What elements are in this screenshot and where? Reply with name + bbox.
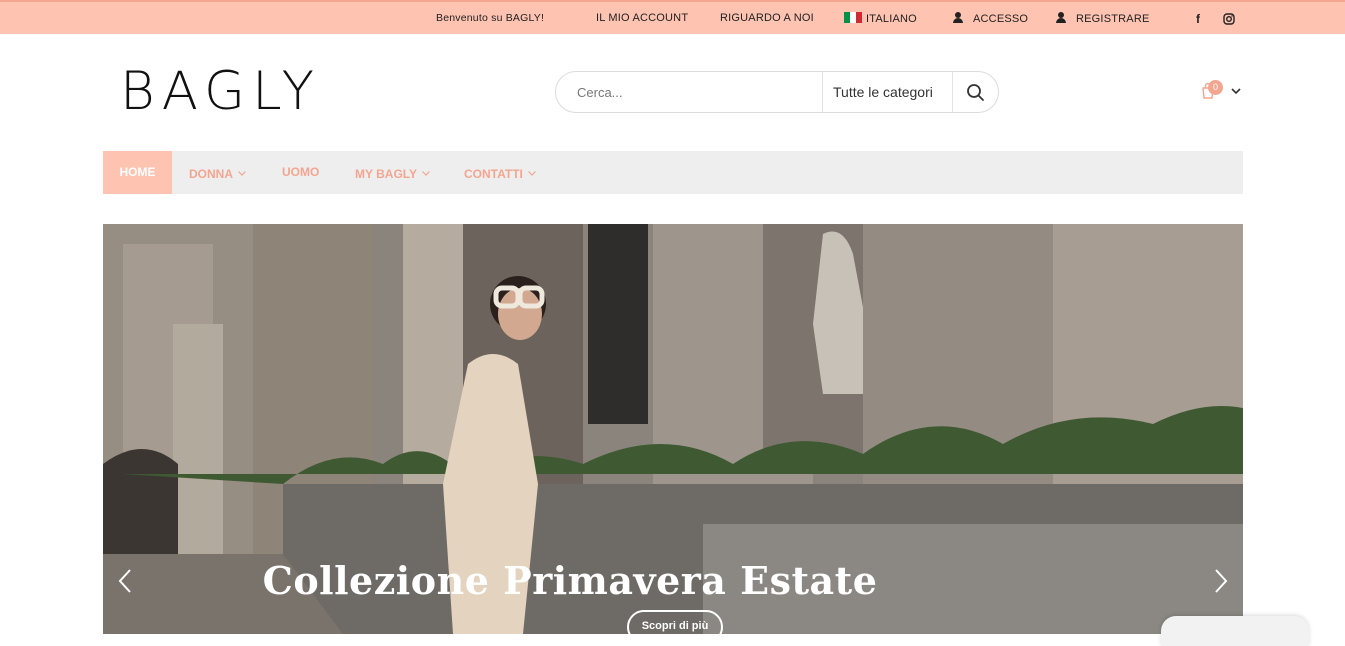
nav-item-uomo[interactable]: UOMO — [282, 151, 319, 194]
welcome-text: Benvenuto su BAGLY! — [436, 12, 545, 24]
about-us-link[interactable]: RIGUARDO A NOI — [720, 12, 814, 24]
cart-count-badge: 0 — [1208, 80, 1223, 95]
login-label: ACCESSO — [973, 13, 1029, 25]
nav-item-contatti[interactable]: CONTATTI — [464, 151, 536, 194]
user-icon — [953, 12, 963, 23]
login-link[interactable]: ACCESSO — [953, 12, 1028, 25]
cart-button[interactable]: 0 — [1200, 80, 1246, 104]
search-button[interactable] — [953, 72, 999, 112]
language-label: ITALIANO — [866, 13, 917, 25]
italy-flag-icon — [844, 12, 862, 23]
discover-more-button[interactable]: Scopri di più — [627, 610, 723, 644]
chevron-down-icon — [527, 151, 536, 194]
chevron-right-icon — [1215, 569, 1228, 593]
chevron-down-icon — [422, 151, 430, 194]
top-bar: Benvenuto su BAGLY! IL MIO ACCOUNT RIGUA… — [0, 0, 1345, 34]
search-icon — [967, 84, 984, 101]
category-select[interactable]: Tutte le categori — [833, 84, 933, 100]
search-divider — [822, 72, 823, 112]
facebook-icon[interactable]: f — [1196, 12, 1200, 26]
search-input[interactable]: Cerca... — [577, 85, 623, 100]
chevron-left-icon — [118, 569, 131, 593]
slider-next-button[interactable] — [1213, 568, 1229, 594]
slider-prev-button[interactable] — [117, 568, 133, 594]
nav-item-label: MY BAGLY — [355, 167, 418, 181]
search-bar: Cerca... Tutte le categori — [555, 71, 999, 113]
register-link[interactable]: REGISTRARE — [1056, 12, 1150, 25]
main-navigation: HOME DONNA UOMO MY BAGLY CONTATTI — [103, 151, 1243, 194]
chat-widget-tab[interactable] — [1161, 616, 1309, 646]
add-user-icon — [1056, 12, 1066, 23]
chevron-down-icon — [238, 151, 246, 194]
nav-item-donna[interactable]: DONNA — [189, 151, 246, 194]
nav-item-label: DONNA — [189, 167, 233, 181]
my-account-link[interactable]: IL MIO ACCOUNT — [596, 12, 688, 24]
nav-item-home[interactable]: HOME — [103, 151, 172, 194]
hero-headline: Collezione Primavera Estate — [262, 558, 878, 603]
register-label: REGISTRARE — [1076, 13, 1150, 25]
nav-item-label: CONTATTI — [464, 167, 523, 181]
language-selector[interactable]: ITALIANO — [844, 12, 917, 25]
instagram-icon[interactable] — [1223, 13, 1235, 28]
brand-logo[interactable]: BAGLY — [120, 60, 321, 124]
shopping-bag-icon — [1202, 82, 1241, 99]
nav-item-my-bagly[interactable]: MY BAGLY — [355, 151, 430, 194]
